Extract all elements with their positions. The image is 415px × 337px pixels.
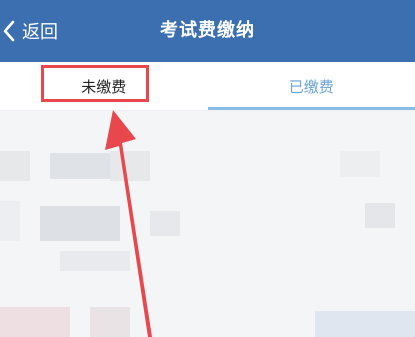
tab-unpaid[interactable]: 未缴费 xyxy=(0,62,208,110)
blurred-block xyxy=(40,206,120,241)
tab-paid-label: 已缴费 xyxy=(288,77,334,96)
page: 返回 考试费缴纳 未缴费 已缴费 xyxy=(0,0,415,337)
blurred-block xyxy=(110,151,150,181)
active-tab-indicator xyxy=(207,107,415,110)
tab-paid[interactable]: 已缴费 xyxy=(207,62,415,110)
blurred-block xyxy=(365,203,395,228)
blurred-block xyxy=(0,151,30,181)
blurred-block xyxy=(90,307,130,337)
blurred-content-area xyxy=(0,111,415,337)
page-title: 考试费缴纳 xyxy=(160,20,255,41)
blurred-block xyxy=(340,151,380,177)
blurred-block xyxy=(315,311,415,337)
blurred-block xyxy=(0,307,70,337)
blurred-block xyxy=(0,201,20,241)
tab-unpaid-label: 未缴费 xyxy=(81,77,127,96)
blurred-block xyxy=(150,211,180,236)
tab-bar: 未缴费 已缴费 xyxy=(0,62,415,111)
blurred-block xyxy=(50,153,110,179)
header-bar: 返回 考试费缴纳 xyxy=(0,0,415,62)
blurred-block xyxy=(60,251,130,271)
